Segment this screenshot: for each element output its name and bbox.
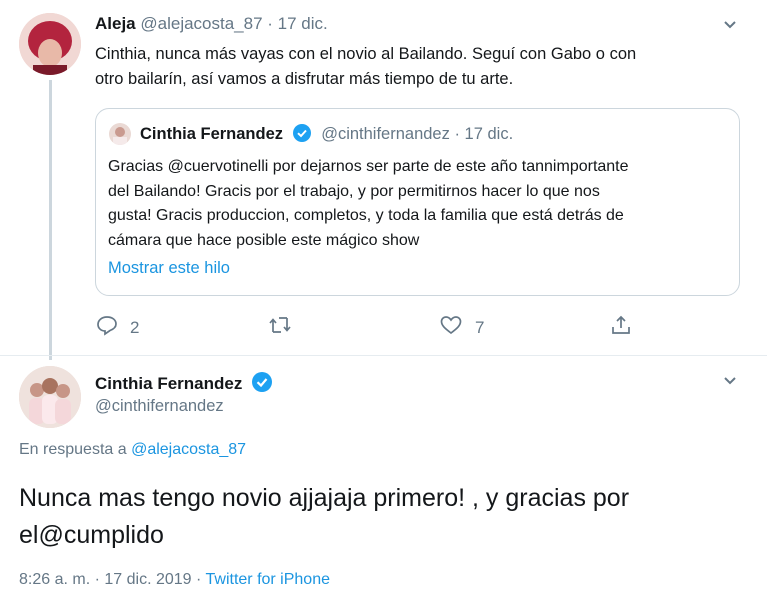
retweet-icon (268, 314, 292, 341)
tweet-text-line: Cinthia, nunca más vayas con el novio al… (95, 45, 637, 63)
tweet-divider (0, 355, 767, 356)
like-count: 7 (475, 317, 485, 337)
quoted-avatar (109, 123, 131, 145)
quoted-author-name: Cinthia Fernandez (140, 125, 284, 143)
quoted-text-line: cámara que hace posible este mágico show (108, 231, 420, 249)
quoted-text-line: Gracias @cuervotinelli por dejarnos ser … (108, 158, 629, 175)
tweet-full-date[interactable]: · 17 dic. 2019 · (95, 571, 202, 588)
main-tweet-text: Nunca mas tengo novio ajjajaja primero! … (19, 480, 749, 554)
author-handle[interactable]: @alejacosta_87 (140, 14, 262, 33)
avatar-cinthia[interactable] (19, 366, 81, 428)
thread-line (49, 80, 52, 360)
main-tweet-text-line: Nunca mas tengo novio ajjajaja primero! … (19, 484, 630, 512)
share-action[interactable] (610, 314, 632, 341)
reply-action[interactable]: 2 (96, 314, 139, 341)
quoted-text-line: del Bailando! Gracis por el trabajo, y p… (108, 182, 600, 200)
quoted-text: Gracias @cuervotinelli por dejarnos ser … (108, 155, 733, 253)
quoted-date: · 17 dic. (454, 125, 514, 143)
main-tweet-text-line: el@cumplido (19, 521, 164, 549)
tweet-date[interactable]: · 17 dic. (267, 14, 327, 33)
reply-count: 2 (130, 317, 140, 337)
quoted-header: Cinthia Fernandez @cinthifernandez · 17 … (140, 124, 513, 147)
reply-tweet-header: Aleja @alejacosta_87 · 17 dic. (95, 14, 328, 34)
reply-icon (96, 314, 118, 341)
verified-badge-icon (251, 372, 272, 397)
avatar-aleja[interactable] (19, 13, 81, 75)
tweet-time[interactable]: 8:26 a. m. (19, 571, 90, 588)
chevron-down-icon[interactable] (722, 16, 738, 37)
quoted-text-line: gusta! Gracis produccion, completos, y t… (108, 207, 624, 224)
in-reply-prefix: En respuesta a (19, 441, 127, 458)
chevron-down-icon[interactable] (722, 372, 738, 393)
share-icon (610, 314, 632, 341)
main-author-name-row: Cinthia Fernandez (95, 372, 272, 397)
tweet-source[interactable]: Twitter for iPhone (206, 571, 331, 588)
reply-tweet-text: Cinthia, nunca más vayas con el novio al… (95, 42, 745, 92)
like-icon (439, 314, 463, 341)
tweet-meta: 8:26 a. m. · 17 dic. 2019 · Twitter for … (19, 571, 330, 589)
in-reply-handle-link[interactable]: @alejacosta_87 (131, 441, 246, 458)
tweet-text-line: otro bailarín, así vamos a disfrutar más… (95, 70, 514, 88)
show-thread-link[interactable]: Mostrar este hilo (108, 259, 230, 278)
main-author-handle[interactable]: @cinthifernandez (95, 397, 224, 416)
verified-badge-icon (292, 124, 311, 147)
in-reply-to: En respuesta a @alejacosta_87 (19, 441, 246, 459)
like-action[interactable]: 7 (439, 314, 484, 341)
author-name[interactable]: Aleja (95, 14, 136, 33)
retweet-action[interactable] (268, 314, 304, 341)
quoted-author-handle: @cinthifernandez (321, 125, 450, 143)
main-author-name[interactable]: Cinthia Fernandez (95, 374, 242, 393)
